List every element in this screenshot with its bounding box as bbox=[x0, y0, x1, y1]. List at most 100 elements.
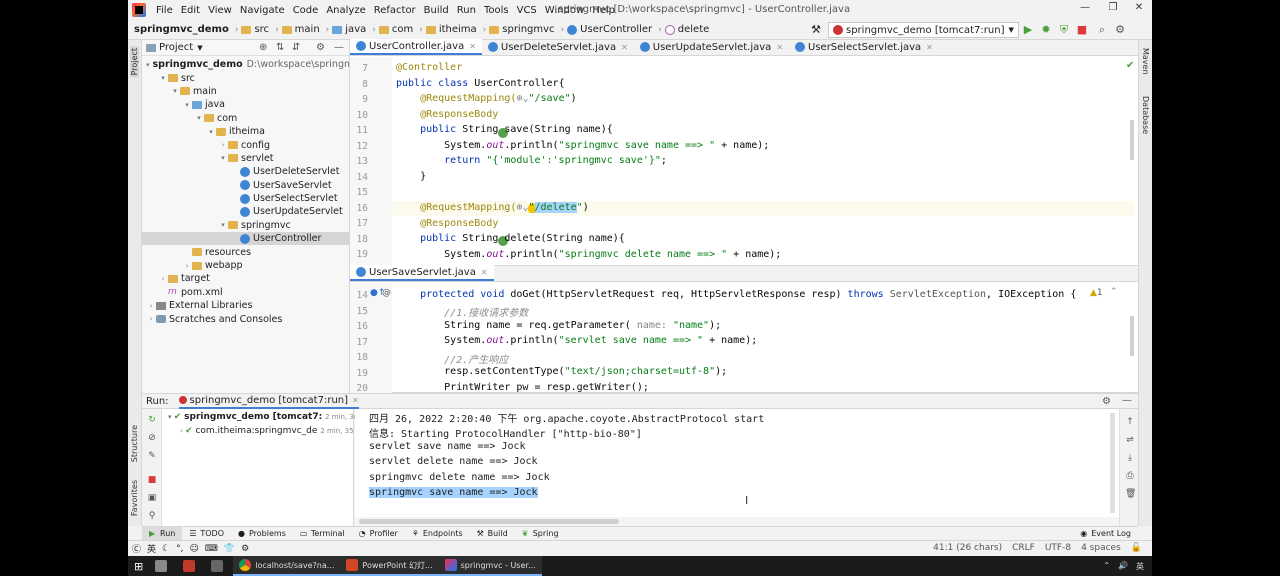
tool-tab-build[interactable]: ⚒ Build bbox=[470, 527, 515, 541]
tree-item[interactable]: ▾ servlet bbox=[142, 152, 349, 165]
project-tool-tab[interactable]: Project bbox=[130, 46, 139, 78]
tree-item[interactable]: › target bbox=[142, 272, 349, 285]
chevron-right-icon[interactable]: › bbox=[146, 315, 156, 323]
close-icon[interactable]: ✕ bbox=[926, 43, 933, 52]
scrollbar-thumb[interactable] bbox=[1130, 120, 1134, 160]
tab-userselectservlet[interactable]: UserSelectServlet.java ✕ bbox=[789, 39, 939, 55]
punctuation-icon[interactable]: °, bbox=[176, 544, 183, 554]
favorites-tool-tab[interactable]: Favorites bbox=[130, 480, 139, 516]
emoji-icon[interactable]: ☺ bbox=[189, 544, 198, 554]
stop-icon[interactable]: ■ bbox=[1074, 22, 1090, 38]
chevron-down-icon[interactable]: ▼ bbox=[197, 44, 202, 52]
skin-icon[interactable]: 👕 bbox=[224, 544, 235, 554]
gear-icon[interactable]: ⚙ bbox=[1102, 396, 1111, 407]
chevron-up-icon[interactable]: ⌃ bbox=[1103, 561, 1110, 572]
tree-item[interactable]: m pom.xml bbox=[142, 286, 349, 299]
tool-tab-problems[interactable]: ● Problems bbox=[231, 527, 293, 541]
gear-icon[interactable]: ⚙ bbox=[316, 42, 325, 53]
tree-item[interactable]: UserUpdateServlet bbox=[142, 205, 349, 218]
menu-refactor[interactable]: Refactor bbox=[370, 5, 420, 16]
print-icon[interactable]: ⎙ bbox=[1125, 471, 1135, 481]
tree-item[interactable]: › External Libraries bbox=[142, 299, 349, 312]
indent-setting[interactable]: 4 spaces bbox=[1081, 543, 1121, 553]
hammer-icon[interactable]: ⚒ bbox=[808, 22, 824, 38]
camera-icon[interactable]: ▣ bbox=[147, 493, 157, 503]
horizontal-scrollbar[interactable] bbox=[355, 517, 1119, 526]
breadcrumb-project[interactable]: springmvc_demo bbox=[134, 24, 232, 35]
menu-tools[interactable]: Tools bbox=[480, 5, 513, 16]
breadcrumb-springmvc[interactable]: springmvc bbox=[489, 24, 557, 35]
tab-userupdateservlet[interactable]: UserUpdateServlet.java ✕ bbox=[634, 39, 789, 55]
menu-run[interactable]: Run bbox=[453, 5, 480, 16]
tool-tab-profiler[interactable]: ◔ Profiler bbox=[352, 527, 405, 541]
chevron-down-icon[interactable]: ▾ bbox=[218, 154, 228, 162]
chevron-down-icon[interactable]: ▾ bbox=[170, 87, 180, 95]
tree-item[interactable]: UserController bbox=[142, 232, 349, 246]
gear-icon[interactable]: ⚙ bbox=[241, 544, 249, 554]
breadcrumb-delete[interactable]: delete bbox=[664, 24, 713, 35]
menu-analyze[interactable]: Analyze bbox=[322, 5, 369, 16]
tab-usercontroller[interactable]: UserController.java ✕ bbox=[350, 39, 482, 55]
run-icon[interactable]: ▶ bbox=[1020, 22, 1036, 38]
close-icon[interactable]: ✕ bbox=[469, 42, 476, 51]
locate-icon[interactable]: ⊕ bbox=[259, 42, 267, 53]
close-icon[interactable]: ✕ bbox=[352, 396, 359, 405]
close-icon[interactable]: ✕ bbox=[621, 43, 628, 52]
soft-wrap-icon[interactable]: ⇌ bbox=[1125, 435, 1135, 445]
console-output[interactable]: 四月 26, 2022 2:20:40 下午 org.apache.coyote… bbox=[355, 409, 1119, 526]
tray-language[interactable]: 英 bbox=[1136, 561, 1144, 572]
debug-icon[interactable]: ✹ bbox=[1038, 22, 1054, 38]
run-config-selector[interactable]: springmvc_demo [tomcat7:run] ▼ bbox=[828, 22, 1019, 38]
stop-icon[interactable]: ■ bbox=[147, 475, 157, 485]
tree-item[interactable]: ▾ springmvc bbox=[142, 219, 349, 232]
database-tool-tab[interactable]: Database bbox=[1141, 96, 1150, 134]
chevron-down-icon[interactable]: ▾ bbox=[206, 128, 216, 136]
tool-tab-endpoints[interactable]: ⚘ Endpoints bbox=[405, 527, 470, 541]
breadcrumb-com[interactable]: com bbox=[378, 24, 416, 35]
tree-item[interactable]: resources bbox=[142, 245, 349, 258]
tree-item[interactable]: ▾ main bbox=[142, 85, 349, 98]
vertical-scrollbar[interactable] bbox=[1110, 413, 1115, 513]
close-icon[interactable]: ✕ bbox=[481, 268, 488, 277]
warning-icon[interactable]: ▲1 bbox=[1090, 288, 1103, 298]
hide-icon[interactable]: — bbox=[1122, 395, 1132, 406]
breadcrumb-src[interactable]: src bbox=[241, 24, 272, 35]
ime-language[interactable]: 英 bbox=[147, 542, 156, 555]
tree-item[interactable]: ▾springmvc_demoD:\workspace\springmvc bbox=[142, 58, 349, 71]
taskbar-chrome[interactable]: localhost/save?na... bbox=[233, 556, 341, 576]
wrench-icon[interactable]: ✎ bbox=[147, 451, 157, 461]
chevron-right-icon[interactable]: › bbox=[158, 275, 168, 283]
caret-position[interactable]: 41:1 (26 chars) bbox=[933, 543, 1002, 553]
tree-item[interactable]: ▾ src bbox=[142, 71, 349, 84]
rerun-icon[interactable]: ↻ bbox=[147, 415, 157, 425]
chevron-down-icon[interactable]: ▾ bbox=[194, 114, 204, 122]
chevron-right-icon[interactable]: › bbox=[182, 262, 192, 270]
keyboard-icon[interactable]: ⌨ bbox=[205, 544, 218, 554]
maven-tool-tab[interactable]: Maven bbox=[1141, 48, 1150, 75]
tree-item[interactable]: › webapp bbox=[142, 259, 349, 272]
breadcrumb-java[interactable]: java bbox=[332, 24, 369, 35]
close-icon[interactable]: ✕ bbox=[776, 43, 783, 52]
menu-navigate[interactable]: Navigate bbox=[236, 5, 289, 16]
taskbar-app-1[interactable] bbox=[149, 556, 177, 576]
breadcrumb-main[interactable]: main bbox=[281, 24, 323, 35]
tree-item[interactable]: ▾ itheima bbox=[142, 125, 349, 138]
lock-icon[interactable]: 🔓 bbox=[1131, 543, 1142, 553]
menu-edit[interactable]: Edit bbox=[177, 5, 204, 16]
tree-item[interactable]: ▾ java bbox=[142, 98, 349, 111]
settings-icon[interactable]: ⚙ bbox=[1112, 22, 1128, 38]
tool-tab-run[interactable]: ▶ Run bbox=[142, 526, 183, 541]
line-separator[interactable]: CRLF bbox=[1012, 543, 1035, 553]
coverage-icon[interactable]: ⛨ bbox=[1056, 22, 1072, 38]
up-arrow-icon[interactable]: ↑ bbox=[1125, 417, 1135, 427]
run-tab[interactable]: springmvc_demo [tomcat7:run] ✕ bbox=[178, 394, 359, 409]
taskbar-app-3[interactable] bbox=[205, 556, 233, 576]
tool-tab-event-log[interactable]: ◉ Event Log bbox=[1073, 527, 1138, 541]
speaker-icon[interactable]: 🔊 bbox=[1118, 561, 1128, 572]
chevron-down-icon[interactable]: ▾ bbox=[158, 74, 168, 82]
tree-item[interactable]: › Scratches and Consoles bbox=[142, 312, 349, 325]
run-tree-item[interactable]: ▾ ✔ springmvc_demo [tomcat7: 2 min, 36 s… bbox=[168, 412, 372, 422]
run-tree-item[interactable]: › ✔ com.itheima:springmvc_de 2 min, 35 s… bbox=[180, 426, 368, 436]
tree-item[interactable]: › config bbox=[142, 138, 349, 151]
tool-tab-terminal[interactable]: ▭ Terminal bbox=[293, 527, 352, 541]
